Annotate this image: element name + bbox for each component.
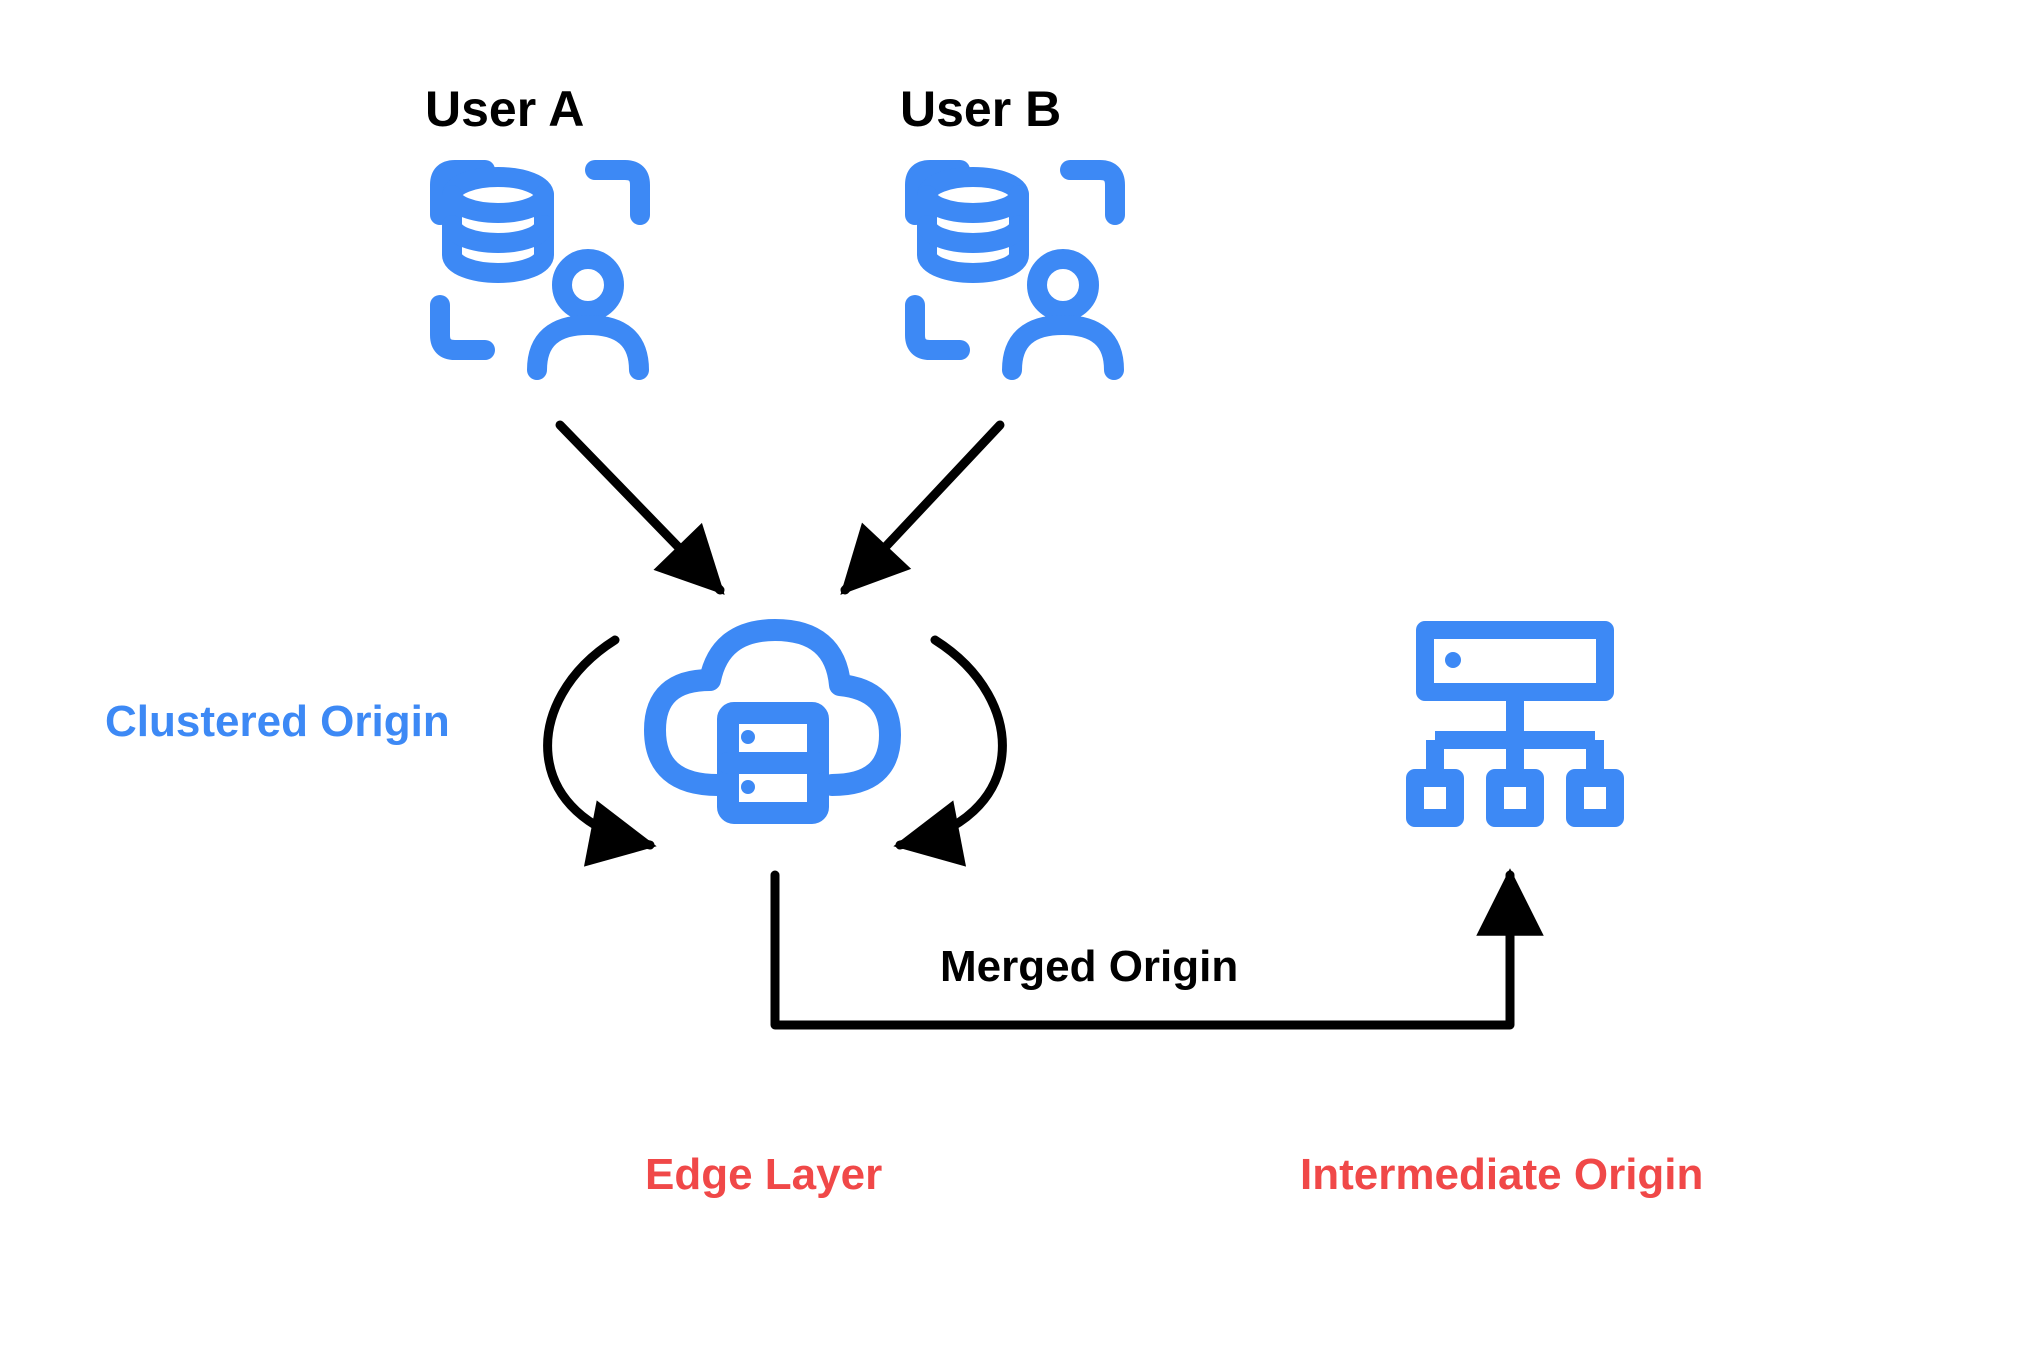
diagram-canvas: User A User B Clustered Origin Merged Or… — [0, 0, 2026, 1360]
arrows-svg — [0, 0, 2026, 1360]
arrow-loop-left — [548, 640, 650, 845]
arrow-user-b-to-cloud — [845, 425, 1000, 590]
arrow-user-a-to-cloud — [560, 425, 720, 590]
arrow-loop-right — [900, 640, 1002, 845]
arrow-merged-origin — [775, 875, 1510, 1025]
